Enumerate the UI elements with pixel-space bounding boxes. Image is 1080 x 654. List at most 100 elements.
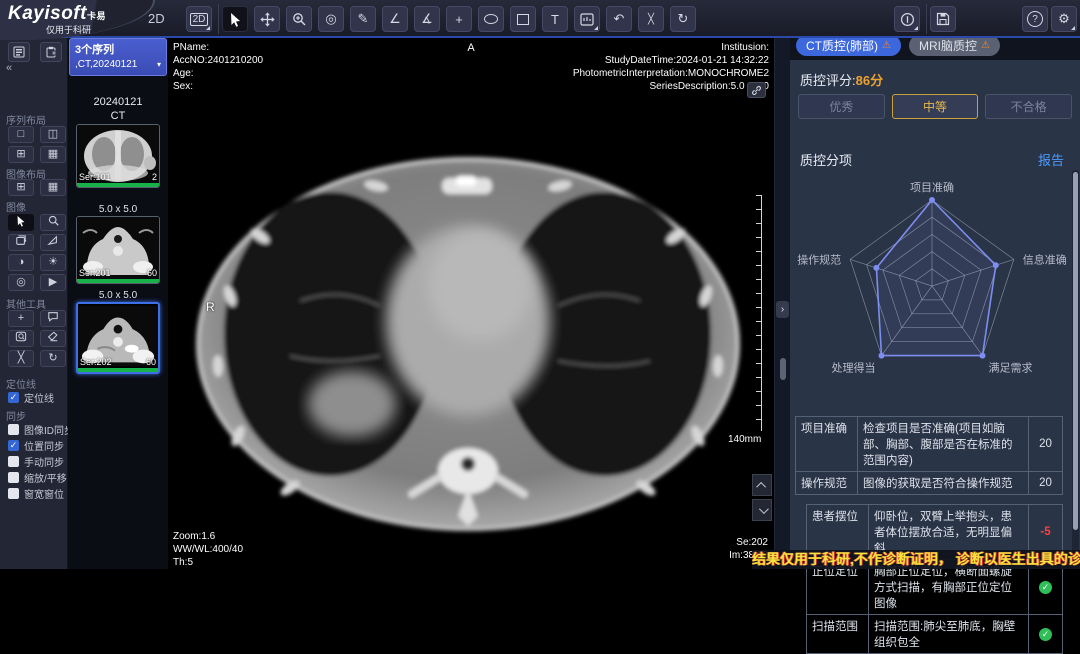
divider-scrollbar-thumb[interactable] <box>780 358 786 380</box>
undo-button[interactable]: ↶ <box>606 6 632 32</box>
row-score: 20 <box>1029 417 1062 471</box>
ellipse-roi-button[interactable] <box>478 6 504 32</box>
rotate-image-button[interactable] <box>8 234 34 251</box>
image-info-button[interactable] <box>574 6 600 32</box>
svg-text:操作规范: 操作规范 <box>797 252 841 266</box>
orientation-marker-a: A <box>168 42 774 55</box>
qc-score: 质控评分:86分 <box>800 70 883 89</box>
checkbox-position-sync[interactable]: ✓ 位置同步 <box>8 438 64 453</box>
text-annotation-button[interactable]: T <box>542 6 568 32</box>
link-series-button[interactable] <box>747 82 766 98</box>
checkbox-window-sync[interactable]: ✓ 窗宽窗位 <box>8 486 64 501</box>
check-icon: ✓ <box>1042 629 1050 640</box>
layout-1x1-button[interactable]: □ <box>8 126 34 143</box>
image-info-icon <box>580 13 594 26</box>
load-progress-bar <box>77 279 159 283</box>
report-list-button[interactable] <box>8 42 30 62</box>
help-button[interactable]: ? <box>1022 6 1048 32</box>
mode-2d-button[interactable]: 2D <box>186 6 212 32</box>
checkbox-zoom-pan-sync[interactable]: ✓ 缩放/平移 <box>8 470 67 485</box>
image-cursor-button[interactable] <box>8 214 34 231</box>
settings-button[interactable]: ⚙ <box>1051 6 1077 32</box>
clipboard-button[interactable] <box>40 42 62 62</box>
check-icon: ✓ <box>10 392 18 403</box>
main-viewport[interactable]: PName: AccNO:2401210200 Age: Sex: Instit… <box>168 38 774 569</box>
checkbox-manual-sync[interactable]: ✓ 手动同步 <box>8 454 64 469</box>
app-logo: Kayisoft卡易 <box>8 3 106 25</box>
checkbox-image-id-sync[interactable]: ✓ 图像ID同步 <box>8 422 74 437</box>
print-film-button[interactable] <box>894 6 920 32</box>
clear-all-button[interactable]: ╳ <box>8 350 34 367</box>
scroll-up-button[interactable] <box>752 474 772 496</box>
thumbnail-ser201[interactable]: Ser:201 60 <box>76 216 160 284</box>
eraser-button[interactable] <box>40 330 66 347</box>
layout-1x2-button[interactable]: ◫ <box>40 126 66 143</box>
checkbox-locator-line[interactable]: ✓ 定位线 <box>8 390 54 405</box>
check-icon: ✓ <box>1042 582 1050 593</box>
cursor-tool-button[interactable] <box>222 6 248 32</box>
group-modality-label: CT <box>68 110 168 122</box>
zoom-tool-button[interactable] <box>286 6 312 32</box>
expand-panel-button[interactable]: › <box>776 301 789 318</box>
qc-panel: CT质控(肺部) ⚠ MRI脑质控 ⚠ 质控评分:86分 优秀 中等 不合格 质… <box>790 30 1080 569</box>
img-layout-2x2-button[interactable]: ⊞ <box>8 179 34 196</box>
collapse-sidebar-button[interactable]: « <box>6 62 12 74</box>
grade-medium-button[interactable]: 中等 <box>892 94 979 119</box>
layout-3x3-button[interactable]: ▦ <box>40 146 66 163</box>
window-level-button[interactable]: ◎ <box>318 6 344 32</box>
checkbox-icon: ✓ <box>8 488 19 499</box>
pan-tool-button[interactable] <box>254 6 280 32</box>
flip-play-button[interactable] <box>40 234 66 251</box>
undo-icon: ↶ <box>614 11 625 27</box>
brightness-button[interactable]: ☀ <box>40 254 66 271</box>
chevron-down-icon: ▾ <box>157 60 161 69</box>
rect-roi-button[interactable] <box>510 6 536 32</box>
tab-label: CT质控(肺部) <box>806 37 878 54</box>
invert-button[interactable]: ◑ <box>8 254 34 271</box>
cine-play-button[interactable]: ▶ <box>40 274 66 291</box>
checkbox-icon: ✓ <box>8 456 19 467</box>
pencil-icon: ✎ <box>358 11 369 27</box>
angle-tool-button[interactable]: ∠ <box>382 6 408 32</box>
roi-magnifier-icon <box>15 331 27 342</box>
section-series-layout: 序列布局 <box>6 112 46 127</box>
thumbnail-ser202-selected[interactable]: Ser:202 60 <box>76 302 160 374</box>
save-button[interactable] <box>930 6 956 32</box>
chevron-up-icon <box>756 481 766 491</box>
scroll-down-button[interactable] <box>752 499 772 521</box>
layout-2x2-button[interactable]: ⊞ <box>8 146 34 163</box>
panel-scrollbar[interactable] <box>1072 170 1079 562</box>
section-other-tools: 其他工具 <box>6 296 46 311</box>
series-header: 3个序列 ,CT,20240121 ▾ <box>69 38 167 76</box>
cobb-angle-button[interactable]: ∡ <box>414 6 440 32</box>
thumbnail-ser101[interactable]: Ser:101 2 <box>76 124 160 188</box>
image-magnify-button[interactable] <box>40 214 66 231</box>
row-desc: 检查项目是否准确(项目如脑部、胸部、腹部是否在标准的范围内容) <box>858 417 1029 471</box>
image-count: 60 <box>147 268 157 278</box>
grade-excellent-button[interactable]: 优秀 <box>798 94 885 119</box>
reset-button[interactable]: ↻ <box>670 6 696 32</box>
grade-fail-button[interactable]: 不合格 <box>985 94 1072 119</box>
add-marker-button[interactable]: + <box>8 310 34 327</box>
report-link[interactable]: 报告 <box>1038 150 1064 169</box>
target-button[interactable]: ◎ <box>8 274 34 291</box>
thumb-size-label: 5.0 x 5.0 <box>76 290 160 301</box>
delete-annotation-button[interactable]: ╳ <box>638 6 664 32</box>
warning-icon: ⚠ <box>981 40 990 51</box>
comment-button[interactable] <box>40 310 66 327</box>
roi-zoom-button[interactable] <box>8 330 34 347</box>
img-layout-3x3-button[interactable]: ▦ <box>40 179 66 196</box>
dropdown-corner <box>1071 26 1075 30</box>
series-number: Ser:201 <box>79 268 111 278</box>
measure-line-button[interactable]: ✎ <box>350 6 376 32</box>
subscore-title: 质控分项 <box>800 150 852 169</box>
refresh-button[interactable]: ↻ <box>40 350 66 367</box>
panel-scrollbar-thumb[interactable] <box>1073 172 1078 530</box>
check-icon: ✓ <box>10 440 18 451</box>
point-marker-button[interactable]: + <box>446 6 472 32</box>
series-description: SeriesDescription:5.0 x 5.0 <box>573 80 769 93</box>
top-toolbar: Kayisoft卡易 仅用于科研 2D 2D ◎ ✎ ∠ ∡ + T ↶ ╳ ↻… <box>0 0 1080 38</box>
study-select[interactable]: ,CT,20240121 ▾ <box>75 59 161 70</box>
save-icon <box>936 12 950 26</box>
table-row: 操作规范 图像的获取是否符合操作规范 20 <box>795 472 1063 495</box>
